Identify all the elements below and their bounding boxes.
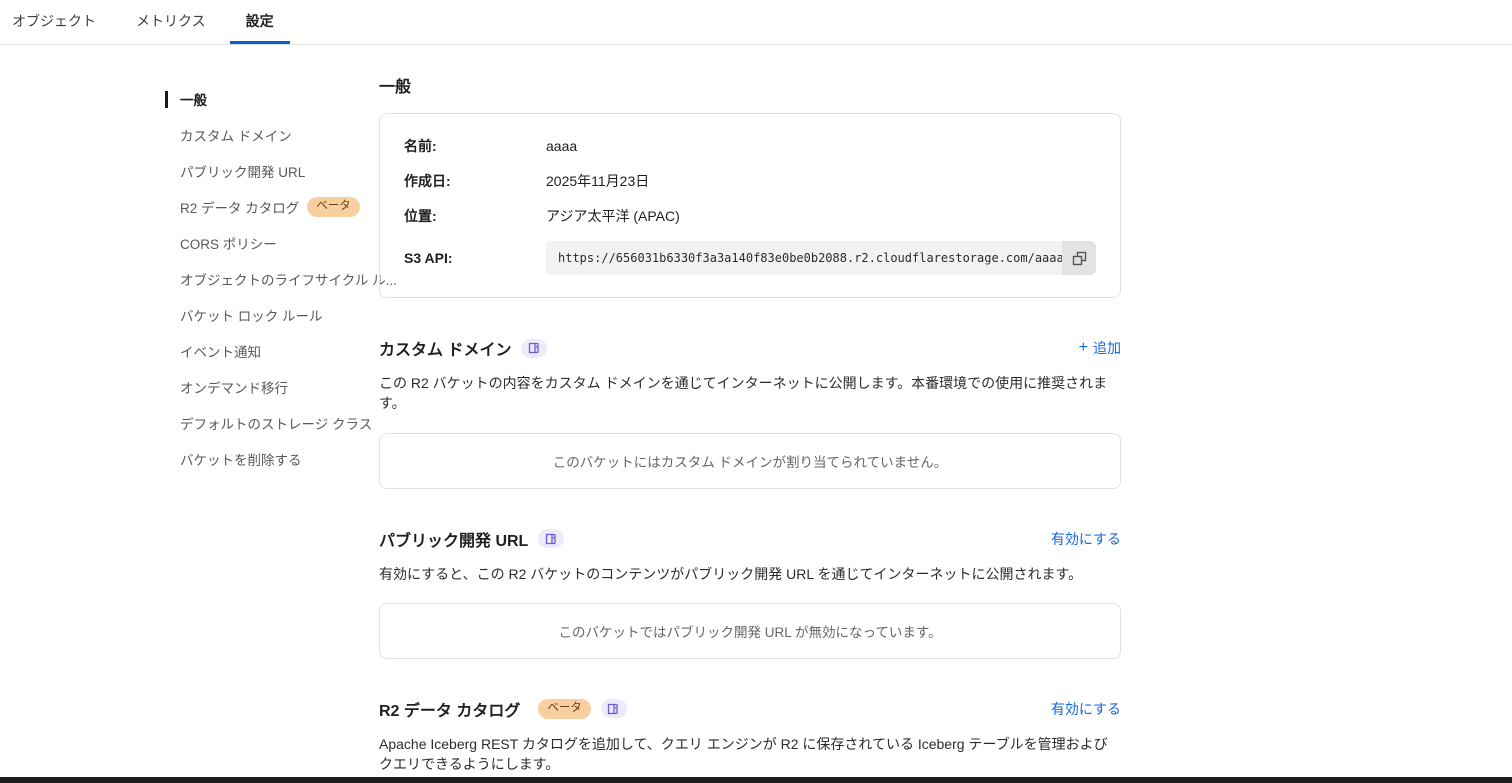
section-custom-domain: カスタム ドメイン + 追加 この R2 バケットの内容をカスタム ドメインを通… <box>379 336 1121 489</box>
sidebar-item-event-notifications[interactable]: イベント通知 <box>165 333 379 369</box>
sidebar-item-label: デフォルトのストレージ クラス <box>180 413 372 433</box>
location-value: アジア太平洋 (APAC) <box>546 206 680 226</box>
custom-domain-description: この R2 バケットの内容をカスタム ドメインを通じてインターネットに公開します… <box>379 373 1121 414</box>
beta-badge: ベータ <box>307 197 360 217</box>
copy-s3-url-button[interactable] <box>1062 241 1096 275</box>
sidebar-item-label: オンデマンド移行 <box>180 377 288 397</box>
sidebar-item-label: バケットを削除する <box>180 449 302 469</box>
tab-metrics[interactable]: メトリクス <box>134 0 208 44</box>
enable-public-dev-url-link[interactable]: 有効にする <box>1051 529 1121 549</box>
general-row-created: 作成日: 2025年11月23日 <box>404 171 1096 191</box>
creation-date-value: 2025年11月23日 <box>546 171 649 191</box>
data-catalog-description: Apache Iceberg REST カタログを追加して、クエリ エンジンが … <box>379 734 1121 775</box>
sidebar-item-delete-bucket[interactable]: バケットを削除する <box>165 441 379 477</box>
bucket-tabbar: オブジェクト メトリクス 設定 <box>0 0 1512 45</box>
sidebar-item-bucket-lock-rules[interactable]: バケット ロック ルール <box>165 297 379 333</box>
sidebar-item-r2-data-catalog[interactable]: R2 データ カタログ ベータ <box>165 189 379 225</box>
tab-objects[interactable]: オブジェクト <box>10 0 98 44</box>
row-label: 作成日: <box>404 171 546 191</box>
settings-main: 一般 名前: aaaa 作成日: 2025年11月23日 位置: アジア太平洋 … <box>379 45 1121 783</box>
sidebar-item-label: CORS ポリシー <box>180 233 277 253</box>
sidebar-item-lifecycle-rules[interactable]: オブジェクトのライフサイクル ル... <box>165 261 379 297</box>
sidebar-item-public-dev-url[interactable]: パブリック開発 URL <box>165 153 379 189</box>
row-label: S3 API: <box>404 250 546 266</box>
sidebar-item-on-demand-migration[interactable]: オンデマンド移行 <box>165 369 379 405</box>
row-label: 名前: <box>404 136 546 156</box>
sidebar-item-general[interactable]: 一般 <box>165 81 379 117</box>
copy-icon <box>1072 251 1087 266</box>
active-indicator-bar <box>165 91 168 108</box>
sidebar-item-label: R2 データ カタログ <box>180 197 299 217</box>
data-catalog-title: R2 データ カタログ <box>379 697 520 721</box>
sidebar-item-default-storage-class[interactable]: デフォルトのストレージ クラス <box>165 405 379 441</box>
settings-sidebar: 一般 カスタム ドメイン パブリック開発 URL R2 データ カタログ ベータ… <box>165 45 379 477</box>
add-label: 追加 <box>1093 338 1121 358</box>
sidebar-item-label: イベント通知 <box>180 341 261 361</box>
tab-settings[interactable]: 設定 <box>244 0 276 44</box>
plus-icon: + <box>1079 340 1088 356</box>
custom-domain-empty-state: このバケットにはカスタム ドメインが割り当てられていません。 <box>379 433 1121 489</box>
sidebar-item-label: 一般 <box>180 89 207 109</box>
general-row-name: 名前: aaaa <box>404 136 1096 156</box>
section-r2-data-catalog: R2 データ カタログ ベータ 有効にする Apache Iceberg RES… <box>379 697 1121 783</box>
enable-data-catalog-link[interactable]: 有効にする <box>1051 699 1121 719</box>
s3-api-url-value[interactable]: https://656031b6330f3a3a140f83e0be0b2088… <box>546 241 1062 275</box>
s3-api-field: https://656031b6330f3a3a140f83e0be0b2088… <box>546 241 1096 275</box>
general-info-card: 名前: aaaa 作成日: 2025年11月23日 位置: アジア太平洋 (AP… <box>379 113 1121 298</box>
sidebar-item-label: パブリック開発 URL <box>180 161 305 181</box>
sidebar-item-cors-policy[interactable]: CORS ポリシー <box>165 225 379 261</box>
beta-badge: ベータ <box>538 699 591 719</box>
sidebar-item-label: カスタム ドメイン <box>180 125 292 145</box>
public-dev-url-title: パブリック開発 URL <box>379 527 528 551</box>
sidebar-item-custom-domain[interactable]: カスタム ドメイン <box>165 117 379 153</box>
sidebar-item-label: バケット ロック ルール <box>180 305 323 325</box>
sidebar-item-label: オブジェクトのライフサイクル ル... <box>180 269 397 289</box>
public-dev-url-empty-state: このバケットではパブリック開発 URL が無効になっています。 <box>379 603 1121 659</box>
custom-domain-title: カスタム ドメイン <box>379 336 511 360</box>
general-row-location: 位置: アジア太平洋 (APAC) <box>404 206 1096 226</box>
docs-book-icon[interactable] <box>521 339 547 358</box>
general-row-s3-api: S3 API: https://656031b6330f3a3a140f83e0… <box>404 241 1096 275</box>
public-dev-url-description: 有効にすると、この R2 バケットのコンテンツがパブリック開発 URL を通じて… <box>379 564 1121 584</box>
row-label: 位置: <box>404 206 546 226</box>
section-general: 一般 名前: aaaa 作成日: 2025年11月23日 位置: アジア太平洋 … <box>379 73 1121 298</box>
section-public-dev-url: パブリック開発 URL 有効にする 有効にすると、この R2 バケットのコンテン… <box>379 527 1121 659</box>
general-section-title: 一般 <box>379 73 1121 97</box>
bucket-name-value: aaaa <box>546 138 577 154</box>
docs-book-icon[interactable] <box>601 699 627 718</box>
docs-book-icon[interactable] <box>538 529 564 548</box>
add-custom-domain-link[interactable]: + 追加 <box>1079 338 1121 358</box>
window-bottom-edge <box>0 777 1512 783</box>
